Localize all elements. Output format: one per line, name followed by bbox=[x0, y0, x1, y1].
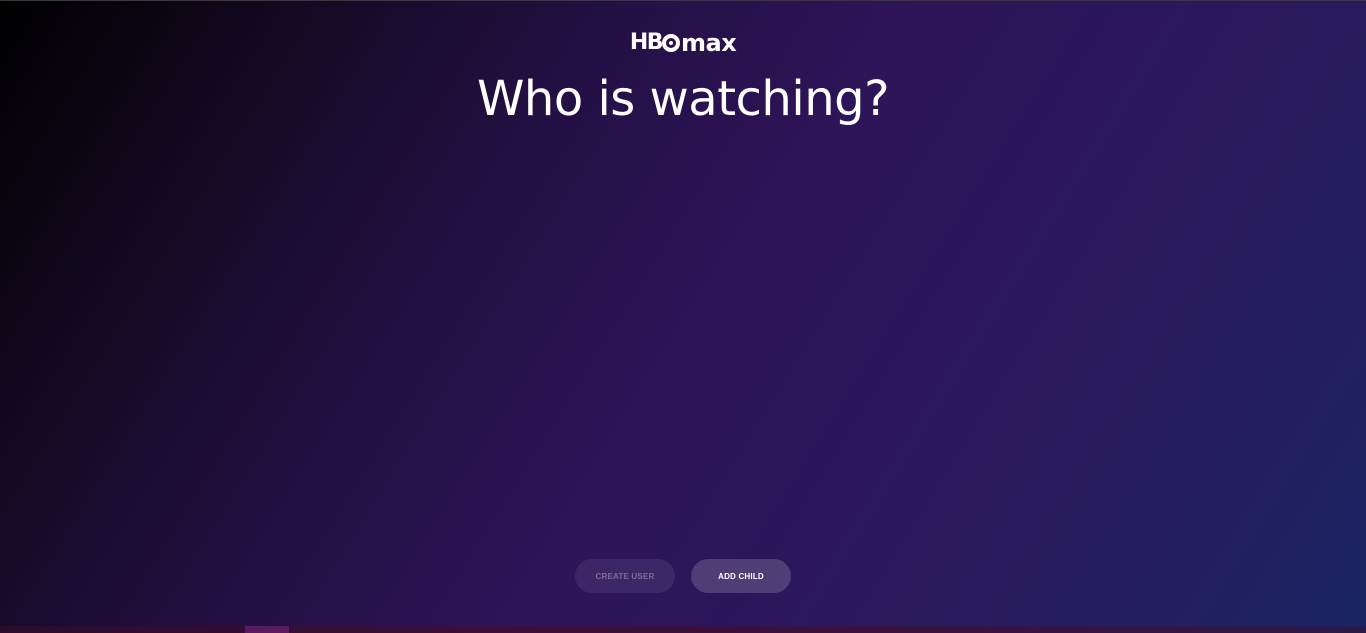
top-divider bbox=[0, 0, 1366, 1]
profile-actions: CREATE USER ADD CHILD bbox=[575, 559, 791, 593]
add-child-button[interactable]: ADD CHILD bbox=[691, 559, 791, 593]
create-user-button[interactable]: CREATE USER bbox=[575, 559, 675, 593]
logo-o-icon bbox=[662, 34, 680, 52]
profile-picker-page: HB max Who is watching? CREATE USER ADD … bbox=[0, 0, 1366, 633]
page-title: Who is watching? bbox=[476, 71, 890, 127]
logo-max-text: max bbox=[681, 29, 737, 57]
hbo-max-logo: HB max bbox=[0, 30, 1366, 56]
logo-hb-text: HB bbox=[629, 30, 664, 55]
taskbar-active-item[interactable] bbox=[245, 626, 289, 633]
taskbar-strip bbox=[0, 626, 1366, 633]
logo-wordmark: HB max bbox=[629, 29, 737, 57]
